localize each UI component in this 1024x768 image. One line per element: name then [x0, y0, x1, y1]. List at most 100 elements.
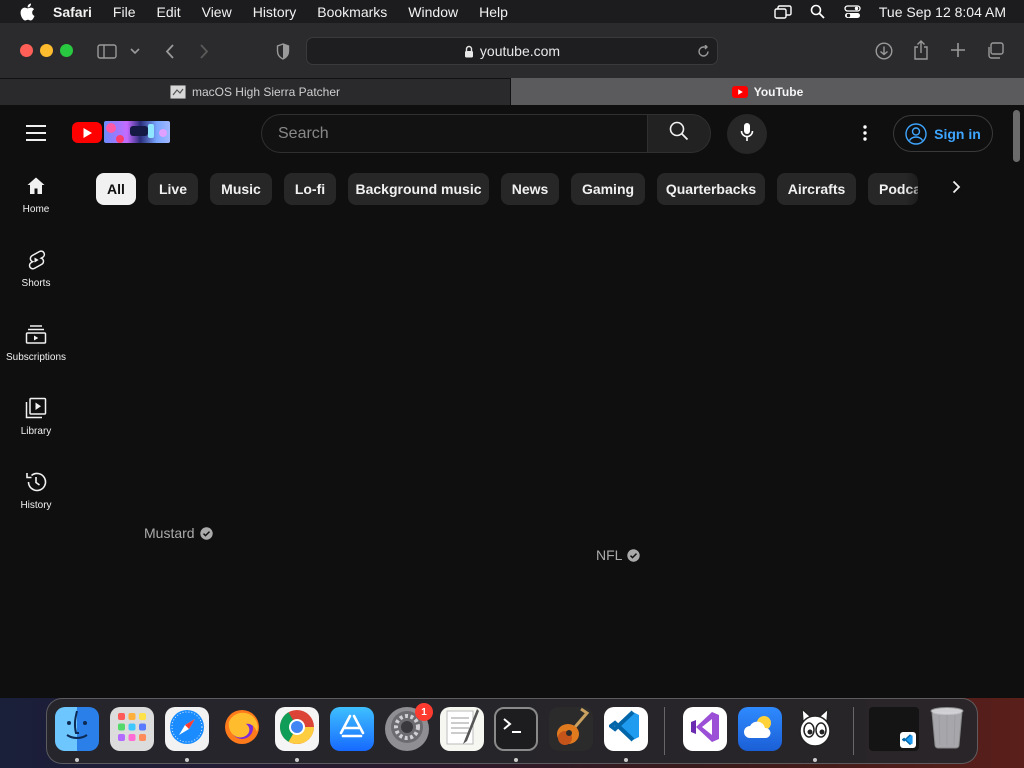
vscode-icon — [607, 710, 643, 749]
sidebar-item-shorts[interactable]: Shorts — [0, 231, 72, 305]
dock-weather[interactable] — [738, 707, 782, 751]
dock-chrome[interactable] — [275, 707, 319, 751]
sidebar-item-home[interactable]: Home — [0, 157, 72, 231]
menu-help[interactable]: Help — [479, 4, 508, 20]
chip-all[interactable]: All — [96, 173, 136, 205]
youtube-logo-icon[interactable] — [72, 122, 102, 143]
reload-icon[interactable] — [696, 44, 710, 58]
vscode-small-icon — [900, 732, 916, 748]
dock-launchpad[interactable] — [110, 707, 154, 751]
running-indicator — [295, 758, 299, 762]
scrollbar-thumb[interactable] — [1013, 110, 1020, 162]
hamburger-menu-icon[interactable] — [26, 125, 46, 141]
menu-app-safari[interactable]: Safari — [53, 4, 92, 20]
sidebar-item-history[interactable]: History — [0, 453, 72, 527]
video-channel-name[interactable]: NFL — [596, 547, 641, 563]
chip-news[interactable]: News — [501, 173, 559, 205]
chip-live[interactable]: Live — [148, 173, 198, 205]
window-minimize-button[interactable] — [40, 44, 53, 57]
textedit-icon — [444, 707, 480, 751]
window-close-button[interactable] — [20, 44, 33, 57]
dock-separator — [664, 707, 665, 755]
menu-window[interactable]: Window — [408, 4, 458, 20]
screen-mirror-icon[interactable] — [774, 4, 792, 20]
window-zoom-button[interactable] — [60, 44, 73, 57]
new-tab-icon[interactable] — [949, 41, 967, 59]
notification-badge: 1 — [415, 703, 433, 721]
search-placeholder: Search — [278, 124, 329, 142]
chip-fade — [905, 171, 935, 207]
menu-edit[interactable]: Edit — [156, 4, 180, 20]
sidebar-item-subscriptions[interactable]: Subscriptions — [0, 305, 72, 379]
tab-overview-icon[interactable] — [985, 41, 1005, 59]
dock-minimized-vscode-window[interactable] — [869, 707, 919, 751]
tab-title: YouTube — [753, 84, 804, 99]
menu-history[interactable]: History — [253, 4, 297, 20]
tab-title: macOS High Sierra Patcher — [191, 85, 341, 99]
running-indicator — [185, 758, 189, 762]
menu-bar-clock[interactable]: Tue Sep 12 8:04 AM — [879, 4, 1006, 20]
dock-textedit[interactable] — [440, 707, 484, 751]
sidebar-item-label: Shorts — [21, 277, 51, 289]
dock-garageband[interactable] — [549, 707, 593, 751]
weather-cloud-icon — [742, 712, 778, 747]
sidebar-item-library[interactable]: Library — [0, 379, 72, 453]
chip-gaming[interactable]: Gaming — [571, 173, 645, 205]
guitar-icon — [551, 707, 591, 751]
history-icon — [24, 470, 48, 494]
forward-icon[interactable] — [196, 42, 212, 60]
url-text: youtube.com — [479, 43, 561, 59]
desktop: Safari File Edit View History Bookmarks … — [0, 0, 1024, 768]
voice-search-button[interactable] — [727, 114, 767, 154]
menu-file[interactable]: File — [113, 4, 136, 20]
tab-youtube[interactable]: YouTube — [511, 78, 1024, 105]
terminal-icon — [501, 716, 531, 743]
dock-app-store[interactable] — [330, 707, 374, 751]
sidebar-icon[interactable] — [96, 42, 118, 60]
downloads-icon[interactable] — [874, 41, 894, 61]
dock-trash[interactable] — [925, 707, 969, 751]
sidebar-item-label: Home — [22, 203, 50, 215]
dock-safari[interactable] — [165, 707, 209, 751]
chevron-down-icon[interactable] — [129, 45, 141, 57]
dock-cat-app[interactable] — [793, 707, 837, 751]
dock-terminal[interactable] — [494, 707, 538, 751]
menu-bar: Safari File Edit View History Bookmarks … — [0, 0, 1024, 23]
dock: 1 — [46, 698, 978, 764]
youtube-doodle-logo[interactable] — [104, 121, 170, 143]
control-center-icon[interactable] — [844, 4, 862, 20]
menu-bookmarks[interactable]: Bookmarks — [317, 4, 387, 20]
menu-view[interactable]: View — [202, 4, 232, 20]
home-icon — [24, 174, 48, 198]
dock-firefox[interactable] — [220, 707, 264, 751]
running-indicator — [624, 758, 628, 762]
spotlight-search-icon[interactable] — [809, 4, 827, 20]
apple-menu-icon[interactable] — [19, 3, 37, 21]
sidebar-item-label: Subscriptions — [5, 351, 67, 363]
shorts-icon — [24, 248, 48, 272]
privacy-shield-icon[interactable] — [274, 42, 292, 60]
sign-in-button[interactable]: Sign in — [893, 115, 993, 152]
safari-compass-icon — [167, 707, 207, 751]
scrollbar-track[interactable] — [1010, 105, 1024, 698]
chip-lo-fi[interactable]: Lo-fi — [284, 173, 336, 205]
search-input[interactable]: Search — [261, 114, 647, 153]
chip-background-music[interactable]: Background music — [348, 173, 489, 205]
dock-visual-studio[interactable] — [683, 707, 727, 751]
channel-name: NFL — [596, 547, 623, 563]
dock-finder[interactable] — [55, 707, 99, 751]
chip-music[interactable]: Music — [210, 173, 272, 205]
chip-aircrafts[interactable]: Aircrafts — [777, 173, 856, 205]
address-bar[interactable]: youtube.com — [306, 37, 718, 65]
share-icon[interactable] — [912, 39, 930, 61]
lock-icon — [464, 45, 474, 58]
search-button[interactable] — [647, 114, 711, 153]
video-channel-name[interactable]: Mustard — [144, 525, 213, 541]
dock-vscode[interactable] — [604, 707, 648, 751]
more-options-icon[interactable] — [855, 121, 875, 145]
back-icon[interactable] — [161, 42, 177, 60]
finder-icon — [57, 707, 97, 751]
chip-quarterbacks[interactable]: Quarterbacks — [657, 173, 765, 205]
chips-next-button[interactable] — [938, 173, 974, 205]
tab-macos-high-sierra-patcher[interactable]: macOS High Sierra Patcher — [0, 78, 511, 105]
